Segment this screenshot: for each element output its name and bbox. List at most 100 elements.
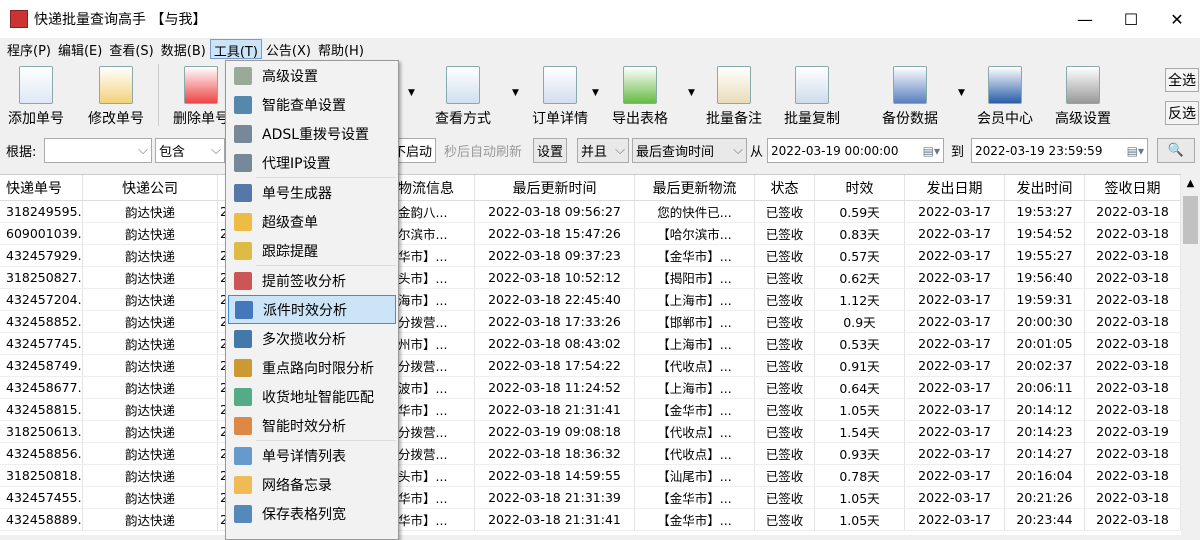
calendar-icon[interactable]: ▤▾ — [923, 144, 940, 158]
toolbar-button-3[interactable]: 查看方式 — [435, 66, 491, 128]
column-header[interactable]: 发出日期 — [905, 175, 1005, 200]
table-row[interactable]: 318250827... 韵达快递 2 头市】... 2022-03-18 10:52:… — [0, 267, 1181, 289]
backup-caret-icon[interactable]: ▼ — [958, 88, 965, 98]
toolbar-button-8[interactable]: 备份数据 — [882, 66, 938, 128]
minimize-button[interactable]: — — [1062, 0, 1108, 38]
table-row[interactable]: 318249595... 韵达快递 2 金韵八... 2022-03-18 09:56:… — [0, 201, 1181, 223]
menu-item[interactable]: 收货地址智能匹配 — [228, 382, 396, 411]
menu-item[interactable]: 保存表格列宽 — [228, 499, 396, 528]
export-caret-icon[interactable]: ▼ — [688, 88, 695, 98]
table-row[interactable]: 432457204... 韵达快递 2 海市】... 2022-03-18 22:45:… — [0, 289, 1181, 311]
column-header[interactable]: 发出时间 — [1005, 175, 1085, 200]
table-cell: 金韵八... — [398, 201, 475, 222]
menu-item[interactable]: 智能查单设置 — [228, 90, 396, 119]
settings-button[interactable]: 设置 — [533, 138, 567, 163]
toolbar-button-4[interactable]: 订单详情 — [532, 66, 588, 128]
column-header[interactable]: 最后更新时间 — [475, 175, 635, 200]
view-mode-caret-icon[interactable]: ▼ — [512, 88, 519, 98]
table-row[interactable]: 432457745... 韵达快递 2 州市】... 2022-03-18 08:43:… — [0, 333, 1181, 355]
table-cell: 韵达快递 — [83, 311, 218, 332]
search-button[interactable]: 🔍 — [1157, 138, 1195, 163]
maximize-button[interactable]: ☐ — [1108, 0, 1154, 38]
menu-help[interactable]: 帮助(H) — [315, 39, 367, 59]
vertical-scrollbar[interactable]: ▲ — [1181, 174, 1200, 535]
column-header[interactable]: 快递单号 — [0, 175, 83, 200]
table-row[interactable]: 609001039... 韵达快递 2 尔滨市... 2022-03-18 15:47:… — [0, 223, 1181, 245]
scroll-up-icon[interactable]: ▲ — [1181, 178, 1200, 189]
table-cell: 【上海市】... — [635, 289, 755, 310]
table-row[interactable]: 432458815... 韵达快递 2 华市】... 2022-03-18 21:31:… — [0, 399, 1181, 421]
calendar-icon[interactable]: ▤▾ — [1127, 144, 1144, 158]
menu-item[interactable]: 提前签收分析 — [228, 266, 396, 295]
table-cell: 2022-03-18 17:33:26 — [475, 311, 635, 332]
menu-item[interactable]: 跟踪提醒 — [228, 236, 396, 265]
menu-data[interactable]: 数据(B) — [158, 39, 209, 59]
column-header[interactable]: 状态 — [755, 175, 815, 200]
table-cell: 华市】... — [398, 399, 475, 420]
table-cell: 韵达快递 — [83, 399, 218, 420]
toolbar-button-10[interactable]: 高级设置 — [1055, 66, 1111, 128]
toolbar-button-0[interactable]: 添加单号 — [8, 66, 64, 128]
to-date-input[interactable]: 2022-03-19 23:59:59 ▤▾ — [971, 138, 1148, 163]
table-cell: 19:54:52 — [1005, 223, 1085, 244]
toolbar-button-2[interactable]: 删除单号 — [173, 66, 229, 128]
table-cell: 20:14:27 — [1005, 443, 1085, 464]
table-cell: 0.78天 — [815, 465, 905, 486]
table-cell: 2022-03-18 — [1085, 201, 1181, 222]
menu-item[interactable]: 派件时效分析 — [228, 295, 396, 324]
dropdown-caret-icon[interactable]: ▼ — [408, 88, 415, 98]
table-cell: 432458749... — [0, 355, 83, 376]
menu-item[interactable]: 超级查单 — [228, 207, 396, 236]
menu-program[interactable]: 程序(P) — [4, 39, 54, 59]
table-row[interactable]: 432457929... 韵达快递 2 华市】... 2022-03-18 09:37:… — [0, 245, 1181, 267]
column-header[interactable]: 快递公司 — [83, 175, 218, 200]
table-row[interactable]: 432457455... 韵达快递 2 华市】... 2022-03-18 21:31:… — [0, 487, 1181, 509]
toolbar-button-7[interactable]: 批量复制 — [784, 66, 840, 128]
toolbar-icon — [1066, 66, 1100, 104]
from-date-input[interactable]: 2022-03-19 00:00:00 ▤▾ — [767, 138, 944, 163]
match-select[interactable]: 包含 ⌵ — [155, 138, 225, 163]
menu-item[interactable]: 智能时效分析 — [228, 411, 396, 440]
table-row[interactable]: 318250818... 韵达快递 2 头市】... 2022-03-18 14:59:… — [0, 465, 1181, 487]
toolbar-button-6[interactable]: 批量备注 — [706, 66, 762, 128]
scrollbar-thumb[interactable] — [1183, 196, 1198, 244]
logic-select[interactable]: 并且 ⌵ — [577, 138, 629, 163]
detail-caret-icon[interactable]: ▼ — [592, 88, 599, 98]
menu-tools[interactable]: 工具(T) — [209, 39, 262, 60]
column-header[interactable]: 时效 — [815, 175, 905, 200]
menu-item[interactable]: ADSL重拨号设置 — [228, 119, 396, 148]
toolbar-button-5[interactable]: 导出表格 — [612, 66, 668, 128]
invert-selection-button[interactable]: 反选 — [1165, 101, 1199, 125]
menu-item[interactable]: 单号生成器 — [228, 178, 396, 207]
table-row[interactable]: 432458749... 韵达快递 2 分拨营... 2022-03-18 17:54:… — [0, 355, 1181, 377]
menu-edit[interactable]: 编辑(E) — [55, 39, 105, 59]
column-header[interactable]: 签收日期 — [1085, 175, 1181, 200]
toolbar-button-9[interactable]: 会员中心 — [977, 66, 1033, 128]
menu-item[interactable]: 高级设置 — [228, 61, 396, 90]
basis-select[interactable]: ⌵ — [44, 138, 152, 163]
select-all-button[interactable]: 全选 — [1165, 68, 1199, 92]
table-cell: 2022-03-18 21:31:41 — [475, 509, 635, 530]
column-header[interactable]: 最后更新物流 — [635, 175, 755, 200]
close-button[interactable]: ✕ — [1154, 0, 1200, 38]
menu-item[interactable]: 重点路向时限分析 — [228, 353, 396, 382]
menu-item[interactable]: 单号详情列表 — [228, 441, 396, 470]
menu-item[interactable]: 多次揽收分析 — [228, 324, 396, 353]
table-row[interactable]: 432458852... 韵达快递 2 分拨营... 2022-03-18 17:33:… — [0, 311, 1181, 333]
column-header[interactable]: 物流信息 — [398, 175, 475, 200]
time-field-select[interactable]: 最后查询时间 ⌵ — [632, 138, 747, 163]
toolbar-button-1[interactable]: 修改单号 — [88, 66, 144, 128]
table-row[interactable]: 432458889... 韵达快递 2 华市】... 2022-03-18 21:31:… — [0, 509, 1181, 531]
table-row[interactable]: 318250613... 韵达快递 2 分拨营... 2022-03-19 09:08:… — [0, 421, 1181, 443]
table-row[interactable]: 432458677... 韵达快递 2 波市】... 2022-03-18 11:24:… — [0, 377, 1181, 399]
table-cell: 已签收 — [755, 311, 815, 332]
menu-notice[interactable]: 公告(X) — [263, 39, 314, 59]
menu-view[interactable]: 查看(S) — [106, 39, 156, 59]
table-cell: 432458677... — [0, 377, 83, 398]
table-row[interactable]: 432458856... 韵达快递 2 分拨营... 2022-03-18 18:36:… — [0, 443, 1181, 465]
menu-item[interactable]: 网络备忘录 — [228, 470, 396, 499]
table-cell: 432458815... — [0, 399, 83, 420]
table-cell: 已签收 — [755, 223, 815, 244]
table-header: 快递单号 快递公司 物流信息 最后更新时间 最后更新物流 状态 时效 发出日期 发出时间 签收日期 — [0, 175, 1181, 201]
menu-item[interactable]: 代理IP设置 — [228, 148, 396, 177]
